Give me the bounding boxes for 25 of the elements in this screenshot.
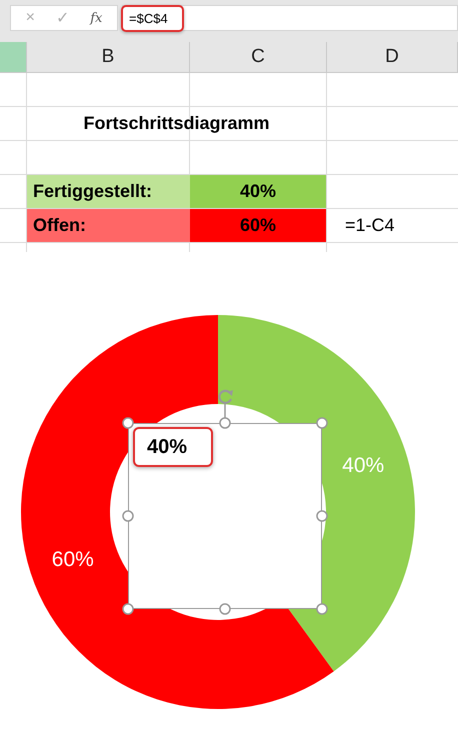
column-header[interactable]: D [327, 42, 458, 73]
column-header[interactable]: C [190, 42, 327, 73]
resize-handle[interactable] [122, 603, 134, 615]
resize-handle[interactable] [316, 603, 328, 615]
table-cell: 40% [190, 175, 326, 208]
text-box[interactable]: 40% [133, 427, 213, 467]
rotate-handle-icon[interactable] [218, 390, 233, 404]
formula-text: =$C$4 [121, 4, 184, 32]
table-cell-text: =1-C4 [344, 214, 396, 237]
table-cell: 60% [190, 209, 326, 242]
table-cell: Offen: [27, 209, 190, 242]
data-label: 40% [342, 454, 384, 477]
resize-handle[interactable] [219, 603, 231, 615]
resize-handle[interactable] [122, 417, 134, 429]
column-header[interactable]: B [27, 42, 190, 73]
table-cell: Fertiggestellt: [27, 175, 190, 208]
resize-handle[interactable] [219, 417, 231, 429]
resize-handle[interactable] [316, 417, 328, 429]
resize-handle[interactable] [122, 510, 134, 522]
text-box-frame[interactable] [128, 423, 322, 609]
insert-function-button[interactable]: fx [90, 10, 102, 26]
table-cell-text: Fortschrittsdiagramm [82, 112, 271, 135]
resize-handle[interactable] [316, 510, 328, 522]
data-label: 60% [52, 548, 94, 572]
formula-field[interactable]: =$C$4 [122, 5, 458, 31]
